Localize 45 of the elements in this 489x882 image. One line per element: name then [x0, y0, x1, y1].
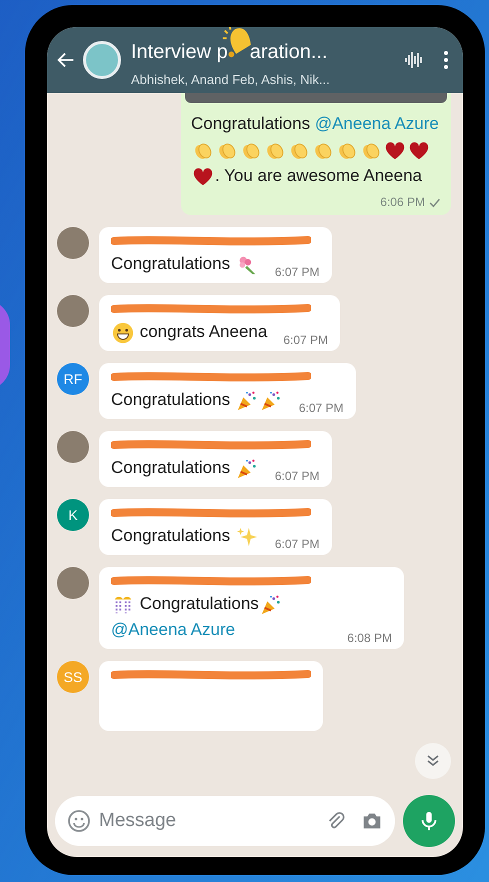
party-popper-icon — [236, 458, 258, 480]
message-time: 6:07 PM — [298, 401, 344, 415]
avatar-initials[interactable]: K — [57, 499, 89, 531]
emoji-icon[interactable] — [67, 809, 91, 833]
message-text: Congratulations — [138, 594, 259, 613]
message-text: Congratulations — [111, 390, 232, 409]
message-text: Congratulations — [111, 526, 232, 545]
avatar-photo-placeholder[interactable] — [57, 295, 89, 327]
message-text: Congratulations — [191, 114, 312, 133]
mention-link[interactable]: @Aneena Azure — [111, 620, 236, 639]
more-options-icon[interactable] — [443, 50, 449, 70]
message-time: 6:07 PM — [274, 469, 320, 483]
message-field[interactable]: Message — [55, 796, 395, 846]
avatar-initials[interactable]: RF — [57, 363, 89, 395]
message-input-field[interactable]: Message — [99, 806, 317, 836]
party-popper-icon — [236, 390, 258, 412]
waveform-icon[interactable] — [403, 50, 425, 70]
party-popper-icon — [260, 390, 282, 412]
mention-link[interactable]: @Aneena Azure — [314, 114, 439, 133]
message-time: 6:06 PM — [380, 195, 425, 209]
message-time: 6:07 PM — [283, 333, 328, 347]
heart-icon — [192, 166, 214, 188]
message-time: 6:07 PM — [274, 537, 320, 551]
avatar-photo-placeholder[interactable] — [57, 227, 89, 259]
scroll-down-button[interactable] — [415, 743, 451, 779]
chat-title: aration... — [250, 40, 328, 64]
group-avatar-placeholder[interactable] — [83, 41, 121, 79]
heart-icon — [384, 140, 406, 162]
microphone-button[interactable] — [403, 795, 455, 847]
double-chevron-down-icon — [426, 754, 440, 768]
chat-members: Abhishek, Anand Feb, Ashis, Nik... — [131, 72, 331, 88]
heart-icon — [408, 140, 430, 162]
sparkles-icon — [236, 526, 258, 548]
message-time: 6:08 PM — [347, 631, 392, 645]
grinning-face-icon — [112, 322, 134, 344]
chat-title: Interview p — [131, 40, 228, 64]
party-popper-icon — [260, 594, 282, 616]
message-text: Congratulations — [111, 254, 232, 273]
avatar-initials[interactable]: SS — [57, 661, 89, 693]
message-text: Congratulations — [111, 458, 232, 477]
avatar-photo-placeholder[interactable] — [57, 567, 89, 599]
message-text: . You are awesome Aneena — [215, 166, 422, 185]
avatar-photo-placeholder[interactable] — [57, 431, 89, 463]
message-time: 6:07 PM — [274, 265, 320, 279]
message-text: congrats Aneena — [138, 322, 268, 341]
